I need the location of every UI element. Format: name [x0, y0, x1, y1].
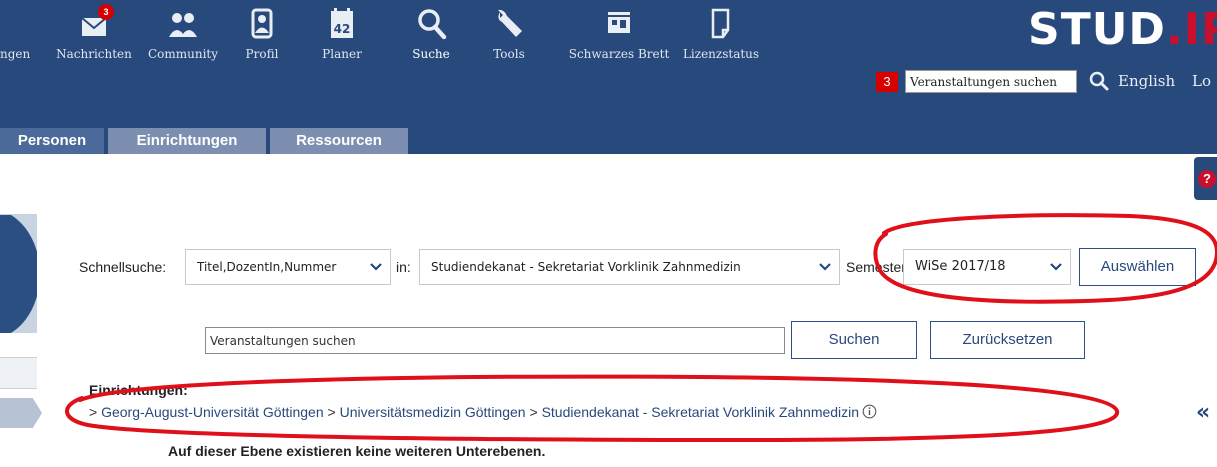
help-icon: ?	[1198, 170, 1216, 188]
select-semester-button[interactable]: Auswählen	[1079, 248, 1196, 286]
tab-persons[interactable]: Personen	[0, 128, 104, 154]
board-icon	[608, 12, 630, 33]
nav-item-messages[interactable]: 3 Nachrichten	[49, 0, 139, 70]
scope-select-value: Studiendekanat - Sekretariat Vorklinik Z…	[431, 260, 741, 274]
nav-item-community-label: Community	[147, 47, 219, 61]
semester-select[interactable]: WiSe 2017/18	[903, 249, 1071, 285]
search-button[interactable]: Suchen	[791, 321, 917, 359]
tab-institutions[interactable]: Einrichtungen	[108, 128, 266, 154]
breadcrumb-item-university[interactable]: Georg-August-Universität Göttingen	[101, 404, 324, 420]
breadcrumb-separator: >	[323, 404, 340, 420]
people-icon	[169, 13, 197, 37]
info-icon[interactable]	[862, 404, 877, 419]
breadcrumb-item-dean-office[interactable]: Studiendekanat - Sekretariat Vorklinik Z…	[542, 404, 860, 420]
calendar-day-number: 42	[334, 22, 351, 36]
course-search-input[interactable]	[205, 327, 785, 354]
breadcrumb: > Georg-August-Universität Göttingen > U…	[89, 404, 877, 420]
document-icon	[711, 8, 730, 39]
language-switch-link[interactable]: English	[1118, 70, 1175, 92]
nav-item-tools[interactable]: Tools	[486, 0, 532, 70]
logo-text-main: STUD	[1028, 4, 1166, 55]
nav-item-community[interactable]: Community	[142, 0, 224, 70]
nav-item-profile[interactable]: Profil	[236, 0, 288, 70]
nav-item-profile-label: Profil	[245, 47, 279, 61]
breadcrumb-separator: >	[525, 404, 542, 420]
nav-item-start[interactable]: ngen	[0, 0, 44, 70]
search-icon	[418, 9, 447, 40]
help-button[interactable]: ?	[1194, 157, 1217, 200]
semester-label: Semester:	[846, 259, 910, 275]
quick-search-label: Schnellsuche:	[79, 259, 167, 275]
reset-button[interactable]: Zurücksetzen	[930, 321, 1085, 359]
scope-label: in:	[396, 259, 411, 275]
nav-item-license-status-label: Lizenzstatus	[682, 47, 760, 61]
collapse-icon[interactable]: «	[1196, 400, 1210, 425]
nav-item-messages-label: Nachrichten	[56, 47, 132, 61]
notification-count-badge[interactable]: 3	[876, 72, 898, 92]
nav-item-search-label: Suche	[412, 47, 450, 61]
nav-item-start-label: ngen	[0, 47, 31, 61]
studip-logo[interactable]: STUD.IP	[1028, 4, 1217, 55]
search-field-select[interactable]: Titel,DozentIn,Nummer	[185, 249, 391, 285]
breadcrumb-item-medical-center[interactable]: Universitätsmedizin Göttingen	[340, 404, 526, 420]
breadcrumb-separator: >	[89, 404, 102, 420]
semester-select-value: WiSe 2017/18	[915, 259, 1006, 274]
chevron-down-icon	[370, 263, 382, 271]
header-search-input[interactable]	[905, 70, 1077, 93]
logo-text-dot: .IP	[1165, 4, 1217, 55]
user-icon	[251, 8, 273, 39]
nav-item-planner-label: Planer	[322, 47, 362, 61]
chevron-down-icon	[1050, 263, 1062, 271]
calendar-icon: 42	[331, 8, 353, 38]
tab-resources[interactable]: Ressourcen	[270, 128, 408, 154]
chevron-down-icon	[819, 263, 831, 271]
sidebar-image-shape	[0, 215, 37, 333]
search-field-select-value: Titel,DozentIn,Nummer	[197, 260, 337, 274]
nav-item-license-status[interactable]: Lizenzstatus	[678, 0, 764, 70]
logout-link[interactable]: Lo	[1192, 70, 1211, 92]
nav-item-bulletin-board[interactable]: Schwarzes Brett	[560, 0, 678, 70]
nav-item-planner[interactable]: 42 Planer	[316, 0, 368, 70]
nav-item-tools-label: Tools	[493, 47, 525, 61]
main-navigation-bar: ngen 3 Nachrichten Community Profil 42 P…	[0, 0, 1217, 70]
wrench-icon	[498, 9, 522, 37]
sidebar-item[interactable]	[0, 357, 37, 389]
institutions-heading: Einrichtungen:	[89, 382, 188, 398]
nav-item-bulletin-board-label: Schwarzes Brett	[568, 47, 670, 61]
messages-count-badge: 3	[98, 4, 114, 20]
nav-item-search[interactable]: Suche	[404, 0, 458, 70]
scope-select[interactable]: Studiendekanat - Sekretariat Vorklinik Z…	[419, 249, 840, 285]
header-search-icon[interactable]	[1088, 70, 1110, 92]
no-sublevels-message: Auf dieser Ebene existieren keine weiter…	[168, 443, 546, 459]
sidebar-image	[0, 215, 37, 333]
